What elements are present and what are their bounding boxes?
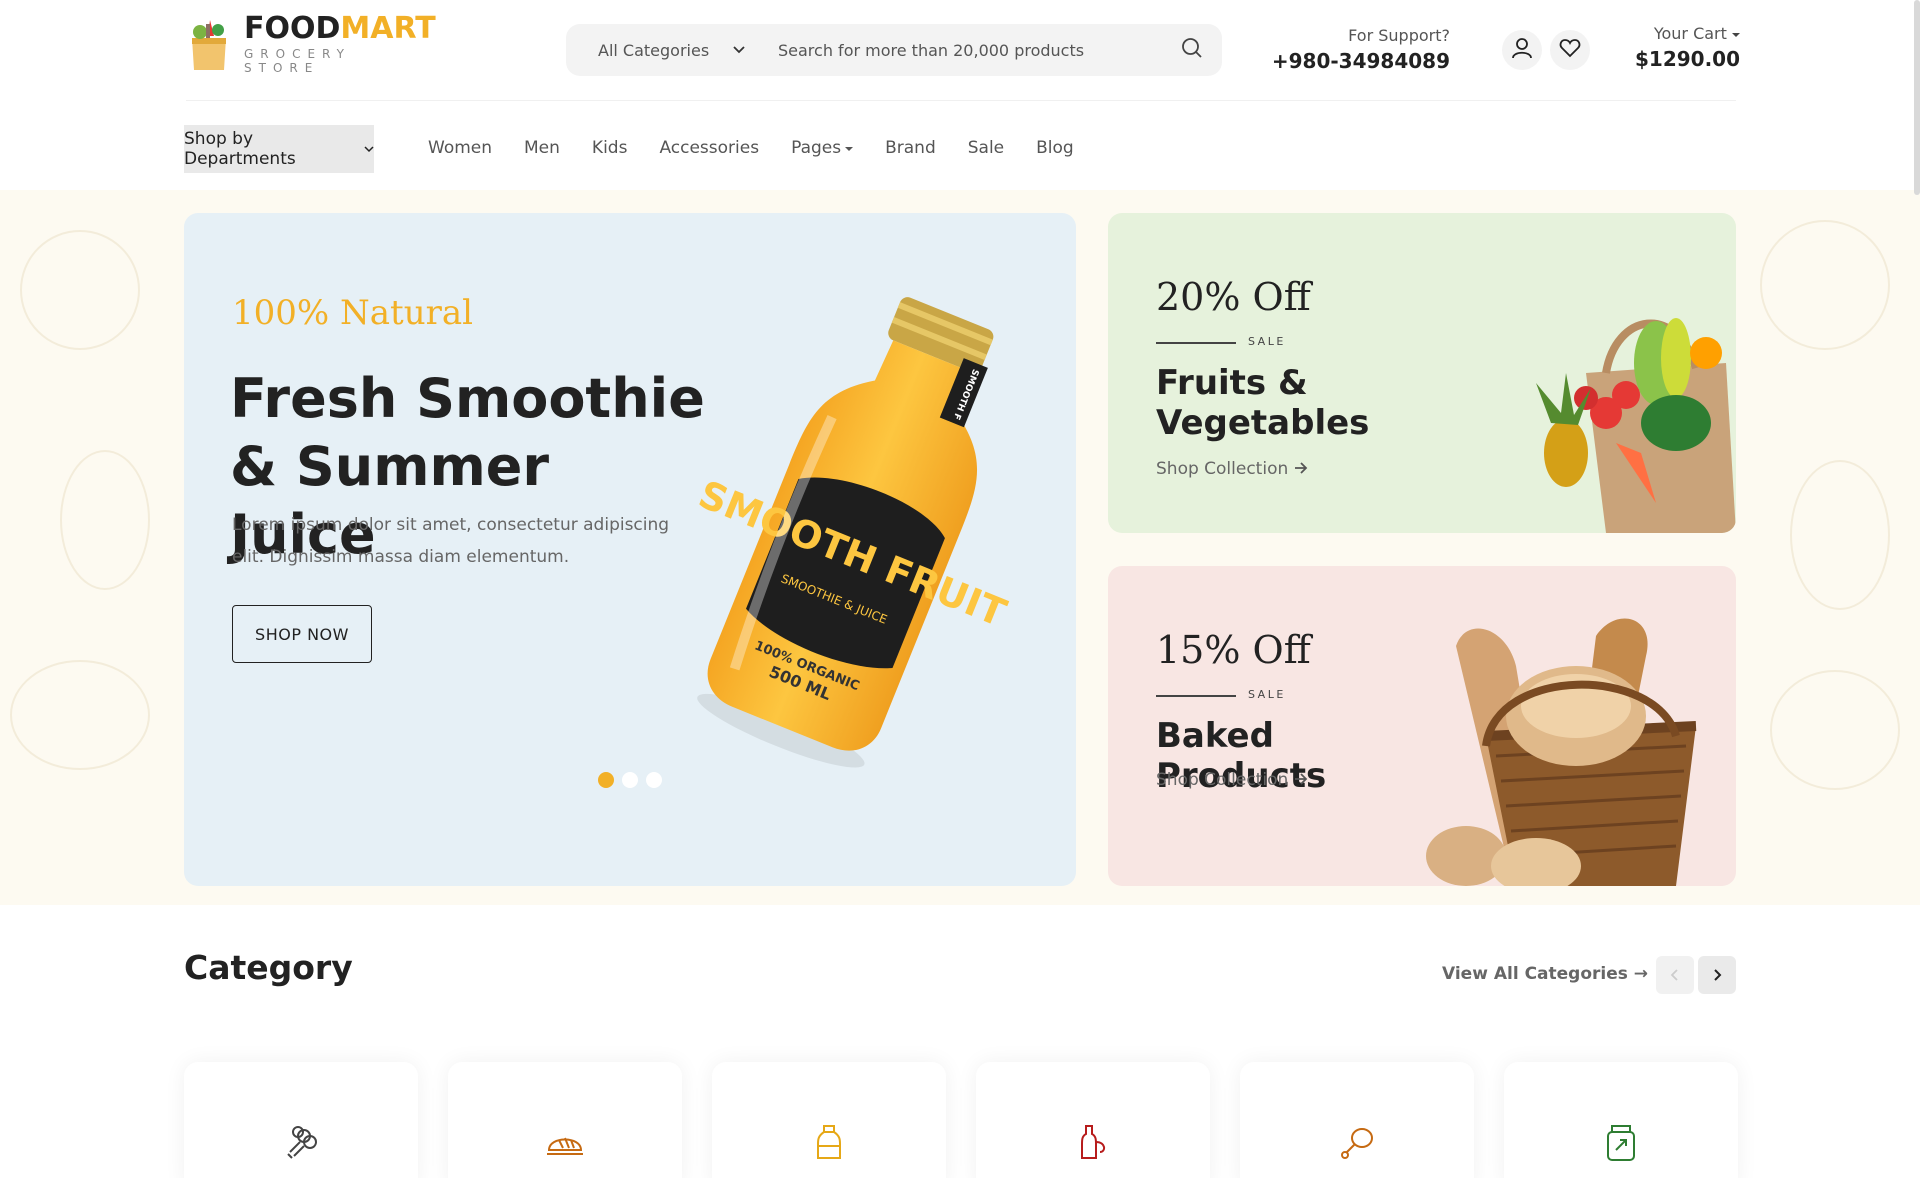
promo-title: Fruits & Vegetables	[1156, 363, 1370, 443]
nav-link-blog[interactable]: Blog	[1036, 138, 1074, 158]
support-phone[interactable]: +980-34984089	[1270, 49, 1450, 73]
promo-sale-label: SALE	[1248, 688, 1286, 701]
category-card-vegetables[interactable]	[184, 1062, 418, 1178]
carousel-dot-1[interactable]	[598, 772, 614, 788]
arrow-right-icon	[1294, 459, 1308, 479]
chevron-left-icon	[1670, 966, 1680, 985]
logo[interactable]: FOODMART GROCERY STORE	[186, 11, 436, 75]
nav-link-pages[interactable]: Pages	[791, 138, 854, 158]
promo-baked-products: 15% Off SALE Baked Products Shop Collect…	[1108, 566, 1736, 886]
cart-summary[interactable]: Your Cart $1290.00	[1620, 24, 1740, 71]
logo-tagline: GROCERY STORE	[244, 47, 351, 75]
wishlist-button[interactable]	[1550, 30, 1590, 70]
category-card-wine[interactable]	[976, 1062, 1210, 1178]
logo-name-mart: MART	[340, 11, 436, 46]
meat-drumstick-icon	[1338, 1124, 1376, 1178]
nav-link-sale[interactable]: Sale	[968, 138, 1004, 158]
search-button[interactable]	[1162, 24, 1222, 76]
main-nav: Shop by Departments Women Men Kids Acces…	[0, 120, 1920, 176]
nav-link-men[interactable]: Men	[524, 138, 560, 158]
divider-line	[1156, 342, 1236, 344]
nav-link-accessories[interactable]: Accessories	[659, 138, 759, 158]
cart-total: $1290.00	[1634, 47, 1740, 71]
search-icon	[1181, 37, 1203, 63]
carousel-dot-3[interactable]	[646, 772, 662, 788]
smoothie-bottle-image: SMOOTH FRUIT SMOOTHIE & JUICE 100% ORGAN…	[693, 273, 1014, 773]
shop-collection-label: Shop Collection	[1156, 770, 1289, 790]
logo-name-food: FOOD	[244, 11, 341, 46]
nav-link-kids[interactable]: Kids	[592, 138, 628, 158]
category-prev-button[interactable]	[1656, 956, 1694, 994]
cart-label: Your Cart	[1653, 24, 1727, 43]
caret-down-icon	[1732, 24, 1740, 43]
category-section-title: Category	[184, 948, 353, 987]
juice-bottle-icon	[814, 1124, 844, 1178]
shop-collection-label: Shop Collection	[1156, 459, 1289, 479]
departments-label: Shop by Departments	[184, 129, 296, 169]
hero-description: Lorem ipsum dolor sit amet, consectetur …	[232, 515, 670, 567]
hero-tag: 100% Natural	[232, 293, 473, 333]
support-info: For Support? +980-34984089	[1270, 26, 1450, 73]
nav-links: Women Men Kids Accessories Pages Brand S…	[428, 120, 1106, 176]
promo-discount: 15% Off	[1156, 628, 1311, 672]
shop-collection-link[interactable]: Shop Collection	[1156, 459, 1308, 479]
hero-carousel-dots	[598, 772, 670, 788]
view-all-categories-link[interactable]: View All Categories →	[1442, 964, 1648, 984]
nav-link-pages-label: Pages	[791, 138, 842, 158]
category-next-button[interactable]	[1698, 956, 1736, 994]
arrow-right-icon	[1294, 770, 1308, 790]
category-card-meat[interactable]	[1240, 1062, 1474, 1178]
account-button[interactable]	[1502, 30, 1542, 70]
chevron-down-icon	[732, 41, 746, 60]
heart-icon	[1559, 38, 1581, 62]
site-header: FOODMART GROCERY STORE All Categories Fo…	[0, 0, 1920, 100]
support-label: For Support?	[1348, 26, 1450, 45]
category-select[interactable]: All Categories	[566, 41, 766, 60]
category-card-juice[interactable]	[712, 1062, 946, 1178]
wine-icon	[1078, 1124, 1108, 1178]
search-input[interactable]	[766, 40, 1162, 60]
category-card-bread[interactable]	[448, 1062, 682, 1178]
category-card-jar[interactable]	[1504, 1062, 1738, 1178]
hero-banner: 100% Natural Fresh Smoothie & Summer Jui…	[184, 213, 1076, 886]
vegetables-bag-image	[1466, 303, 1736, 533]
shop-collection-link[interactable]: Shop Collection	[1156, 770, 1308, 790]
caret-down-icon	[845, 138, 854, 158]
user-icon	[1511, 37, 1533, 63]
promo-sale-label: SALE	[1248, 335, 1286, 348]
grocery-bag-icon	[186, 16, 232, 72]
shop-by-departments-button[interactable]: Shop by Departments	[184, 125, 374, 173]
chevron-right-icon	[1712, 966, 1722, 985]
nav-link-women[interactable]: Women	[428, 138, 492, 158]
page-scrollbar[interactable]	[1914, 0, 1920, 195]
jar-icon	[1604, 1124, 1638, 1178]
shop-now-button[interactable]: SHOP NOW	[232, 605, 372, 663]
broccoli-icon	[282, 1124, 320, 1178]
chevron-down-icon	[364, 139, 374, 159]
carousel-dot-2[interactable]	[622, 772, 638, 788]
bread-basket-image	[1426, 606, 1726, 886]
header-divider	[186, 100, 1736, 101]
search-bar: All Categories	[566, 24, 1222, 76]
divider-line	[1156, 695, 1236, 697]
bread-icon	[545, 1124, 585, 1178]
promo-fruits-vegetables: 20% Off SALE Fruits & Vegetables Shop Co…	[1108, 213, 1736, 533]
category-select-value: All Categories	[598, 40, 710, 60]
promo-discount: 20% Off	[1156, 275, 1311, 319]
nav-link-brand[interactable]: Brand	[885, 138, 936, 158]
